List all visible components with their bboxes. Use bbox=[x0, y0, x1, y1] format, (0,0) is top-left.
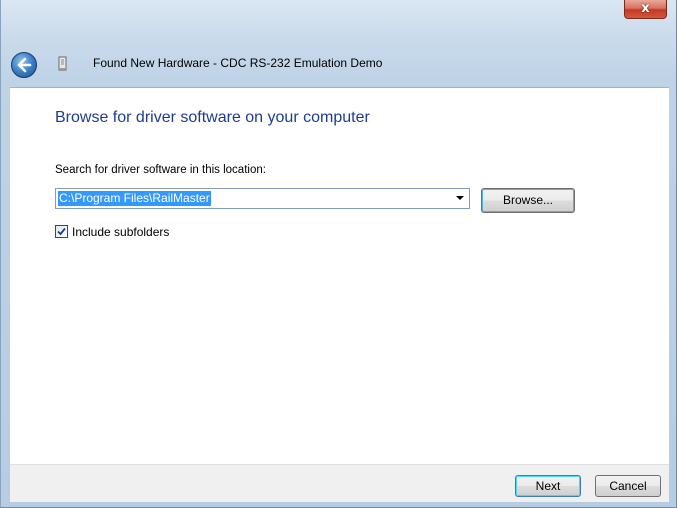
wizard-window: x Found New Hardware - CDC RS-232 Emulat… bbox=[0, 0, 677, 508]
include-subfolders-label[interactable]: Include subfolders bbox=[72, 224, 169, 240]
close-button[interactable]: x bbox=[624, 0, 667, 19]
chevron-down-icon[interactable] bbox=[456, 196, 464, 200]
cancel-button[interactable]: Cancel bbox=[595, 475, 661, 497]
page-title: Browse for driver software on your compu… bbox=[55, 109, 370, 126]
close-icon: x bbox=[641, 1, 650, 16]
checkmark-icon bbox=[57, 227, 66, 236]
window-title: Found New Hardware - CDC RS-232 Emulatio… bbox=[93, 56, 383, 70]
next-button[interactable]: Next bbox=[515, 475, 581, 497]
include-subfolders-checkbox[interactable] bbox=[55, 225, 68, 238]
button-bar: Next Cancel bbox=[10, 464, 669, 502]
path-input[interactable]: C:\Program Files\RailMaster bbox=[58, 191, 211, 206]
back-arrow-icon bbox=[17, 57, 32, 73]
hardware-device-icon bbox=[58, 55, 67, 72]
back-button[interactable] bbox=[11, 52, 37, 78]
search-location-label: Search for driver software in this locat… bbox=[55, 164, 266, 176]
path-combobox[interactable]: C:\Program Files\RailMaster bbox=[55, 188, 470, 209]
content-panel: Browse for driver software on your compu… bbox=[10, 87, 669, 465]
browse-button[interactable]: Browse... bbox=[481, 188, 575, 213]
